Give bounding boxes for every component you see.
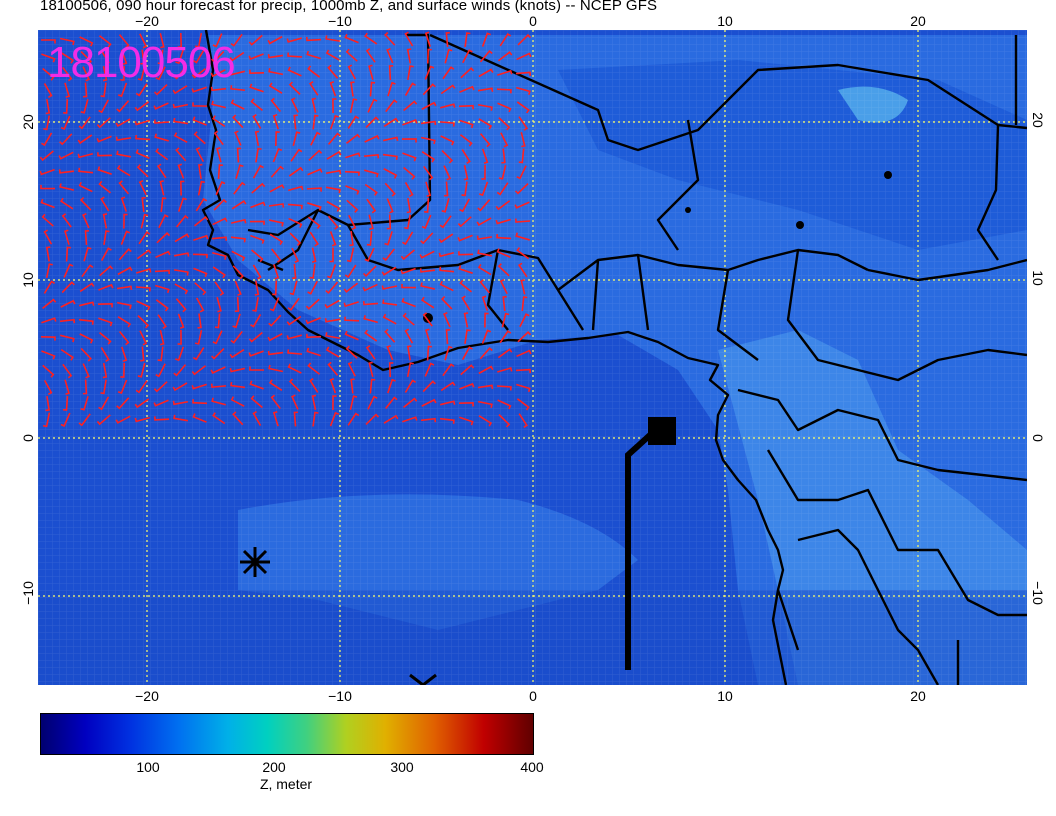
colorbar-tick: 300 [390,759,414,775]
bottom-lon-tick: −20 [135,688,159,704]
top-lon-tick: −20 [135,13,159,29]
colorbar-tick: 200 [262,759,286,775]
colorbar [40,713,534,755]
forecast-map [38,30,1027,685]
colorbar-label: Z, meter [259,776,313,792]
bottom-lon-tick: 0 [529,688,537,704]
right-lat-tick: 10 [1029,270,1046,286]
bottom-lon-tick: 20 [910,688,926,704]
chart-title: 18100506, 090 hour forecast for precip, … [40,0,658,14]
top-lon-tick: 10 [717,13,733,29]
right-lat-tick: −10 [1029,581,1046,605]
right-lat-tick: 0 [1029,434,1046,442]
top-lon-tick: 20 [910,13,926,29]
top-lon-tick: 0 [529,13,537,29]
left-lat-tick: −10 [19,581,36,605]
date-stamp: 18100506 [47,38,236,87]
right-lat-tick: 20 [1029,112,1046,128]
left-lat-tick: 10 [19,272,36,288]
bottom-lon-tick: −10 [328,688,352,704]
colorbar-tick: 400 [520,759,544,775]
left-lat-tick: 20 [19,114,36,130]
bottom-lon-tick: 10 [717,688,733,704]
left-lat-tick: 0 [19,434,36,442]
top-lon-tick: −10 [328,13,352,29]
colorbar-tick: 100 [136,759,160,775]
